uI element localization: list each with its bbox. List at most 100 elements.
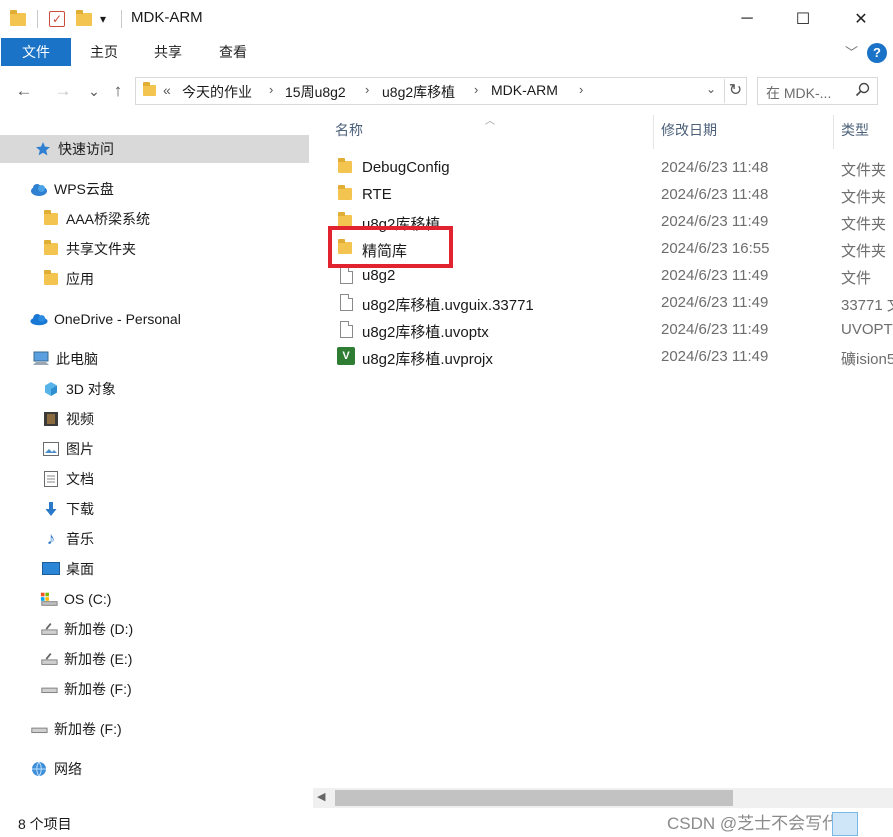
quick-access-folder-icon[interactable] <box>10 9 26 29</box>
drive-icon <box>40 650 58 668</box>
nav-drive-d[interactable]: 新加卷 (D:) <box>40 615 133 643</box>
nav-label: OS (C:) <box>64 591 112 607</box>
nav-network[interactable]: 网络 <box>30 755 82 783</box>
divider <box>37 10 38 28</box>
title-bar: ✓ ▾ MDK-ARM ─ ☐ ✕ <box>0 0 893 38</box>
folder-icon <box>143 82 156 96</box>
nav-wps-cloud[interactable]: WPS云盘 <box>30 175 114 203</box>
scroll-thumb[interactable] <box>335 790 733 806</box>
help-icon[interactable]: ? <box>867 43 887 63</box>
new-folder-icon[interactable] <box>76 9 92 29</box>
pictures-icon <box>42 440 60 458</box>
column-divider[interactable] <box>833 115 834 149</box>
nav-os-c[interactable]: OS (C:) <box>40 585 111 613</box>
nav-music[interactable]: ♪ 音乐 <box>42 525 94 553</box>
tab-file[interactable]: 文件 <box>1 38 71 66</box>
file-type: UVOPTX <box>841 321 893 338</box>
address-bar[interactable]: « 今天的作业 › 15周u8g2 › u8g2库移植 › MDK-ARM › … <box>135 77 747 105</box>
tab-home[interactable]: 主页 <box>82 38 126 66</box>
file-type: 礦ision5 <box>841 351 893 368</box>
search-icon[interactable] <box>855 82 870 101</box>
customize-quick-access-icon[interactable]: ▾ <box>100 9 106 29</box>
nav-apps[interactable]: 应用 <box>42 265 94 293</box>
breadcrumb-separator[interactable]: › <box>474 82 478 97</box>
breadcrumb-overflow[interactable]: « <box>163 82 171 98</box>
nav-desktop[interactable]: 桌面 <box>42 555 94 583</box>
sort-ascending-icon: ︿ <box>485 116 495 127</box>
back-button[interactable]: ← <box>13 80 35 102</box>
file-row[interactable]: RTE 2024/6/23 11:48 文件夹 <box>313 182 893 209</box>
breadcrumb-item[interactable]: 15周u8g2 <box>285 82 346 102</box>
nav-documents[interactable]: 文档 <box>42 465 94 493</box>
drive-icon <box>40 620 58 638</box>
breadcrumb-separator[interactable]: › <box>365 82 369 97</box>
file-name: RTE <box>362 186 392 203</box>
breadcrumb-item[interactable]: 今天的作业 <box>182 82 252 102</box>
close-button[interactable]: ✕ <box>838 0 884 38</box>
nav-label: 视频 <box>66 411 94 427</box>
nav-shared-folder[interactable]: 共享文件夹 <box>42 235 136 263</box>
nav-this-pc[interactable]: 此电脑 <box>32 345 98 373</box>
file-row[interactable]: u8g2库移植.uvguix.33771 2024/6/23 11:49 337… <box>313 290 893 317</box>
address-dropdown-icon[interactable]: ⌄ <box>706 82 716 96</box>
search-input[interactable]: 在 MDK-... <box>757 77 878 105</box>
column-header-date[interactable]: 修改日期 <box>661 118 717 142</box>
recent-locations-button[interactable]: ⌄ <box>83 80 105 102</box>
system-drive-icon <box>40 590 58 608</box>
maximize-button[interactable]: ☐ <box>780 0 826 38</box>
horizontal-scrollbar[interactable]: ◀ <box>313 788 893 808</box>
nav-quick-access[interactable]: 快速访问 <box>0 135 309 163</box>
nav-drive-e[interactable]: 新加卷 (E:) <box>40 645 132 673</box>
column-header-name[interactable]: 名称 <box>335 118 363 142</box>
nav-drive-f[interactable]: 新加卷 (F:) <box>40 675 132 703</box>
column-header-type[interactable]: 类型 <box>841 118 869 142</box>
expand-ribbon-icon[interactable]: ﹀ <box>845 42 858 61</box>
nav-label: WPS云盘 <box>54 181 114 197</box>
tab-share[interactable]: 共享 <box>146 38 190 66</box>
nav-label: 网络 <box>54 761 82 777</box>
file-type: 33771 文 <box>841 297 893 314</box>
tab-view[interactable]: 查看 <box>211 38 255 66</box>
breadcrumb-separator[interactable]: › <box>269 82 273 97</box>
onedrive-icon <box>30 310 48 328</box>
nav-pictures[interactable]: 图片 <box>42 435 94 463</box>
file-row[interactable]: DebugConfig 2024/6/23 11:48 文件夹 <box>313 155 893 182</box>
breadcrumb-item[interactable]: MDK-ARM <box>491 82 558 98</box>
large-icons-view-button[interactable] <box>862 812 886 836</box>
up-button[interactable]: ↑ <box>107 80 129 102</box>
scroll-left-icon[interactable]: ◀ <box>317 790 325 803</box>
network-icon <box>30 760 48 778</box>
minimize-button[interactable]: ─ <box>724 0 770 38</box>
nav-drive-f-root[interactable]: 新加卷 (F:) <box>30 715 122 743</box>
nav-downloads[interactable]: 下载 <box>42 495 94 523</box>
file-type: 文件 <box>841 270 872 287</box>
file-row[interactable]: u8g2库移植.uvoptx 2024/6/23 11:49 UVOPTX <box>313 317 893 344</box>
file-row[interactable]: V u8g2库移植.uvprojx 2024/6/23 11:49 礦ision… <box>313 344 893 371</box>
nav-label: 下载 <box>66 501 94 517</box>
nav-onedrive[interactable]: OneDrive - Personal <box>30 305 181 333</box>
nav-label: 桌面 <box>66 561 94 577</box>
nav-3d-objects[interactable]: 3D 对象 <box>42 375 116 403</box>
properties-icon[interactable]: ✓ <box>49 9 65 29</box>
file-date: 2024/6/23 11:49 <box>661 213 769 230</box>
details-view-button[interactable] <box>832 812 858 836</box>
drive-icon <box>30 720 48 738</box>
file-name: u8g2库移植.uvoptx <box>362 324 489 341</box>
folder-icon <box>338 158 352 173</box>
nav-label: 新加卷 (E:) <box>64 651 133 667</box>
nav-label: 文档 <box>66 471 94 487</box>
nav-videos[interactable]: 视频 <box>42 405 94 433</box>
nav-aaa-bridge-system[interactable]: AAA桥梁系统 <box>42 205 150 233</box>
highlight-annotation <box>328 226 453 268</box>
file-type: 文件夹 <box>841 162 887 179</box>
refresh-icon[interactable]: ↻ <box>724 79 746 103</box>
file-icon <box>340 294 353 311</box>
forward-button[interactable]: → <box>52 80 74 102</box>
file-date: 2024/6/23 11:49 <box>661 321 769 338</box>
shared-folder-icon <box>42 240 60 258</box>
file-type: 文件夹 <box>841 189 887 206</box>
breadcrumb-separator[interactable]: › <box>579 82 583 97</box>
file-name: u8g2库移植.uvprojx <box>362 351 493 368</box>
breadcrumb-item[interactable]: u8g2库移植 <box>382 82 455 102</box>
column-divider[interactable] <box>653 115 654 149</box>
